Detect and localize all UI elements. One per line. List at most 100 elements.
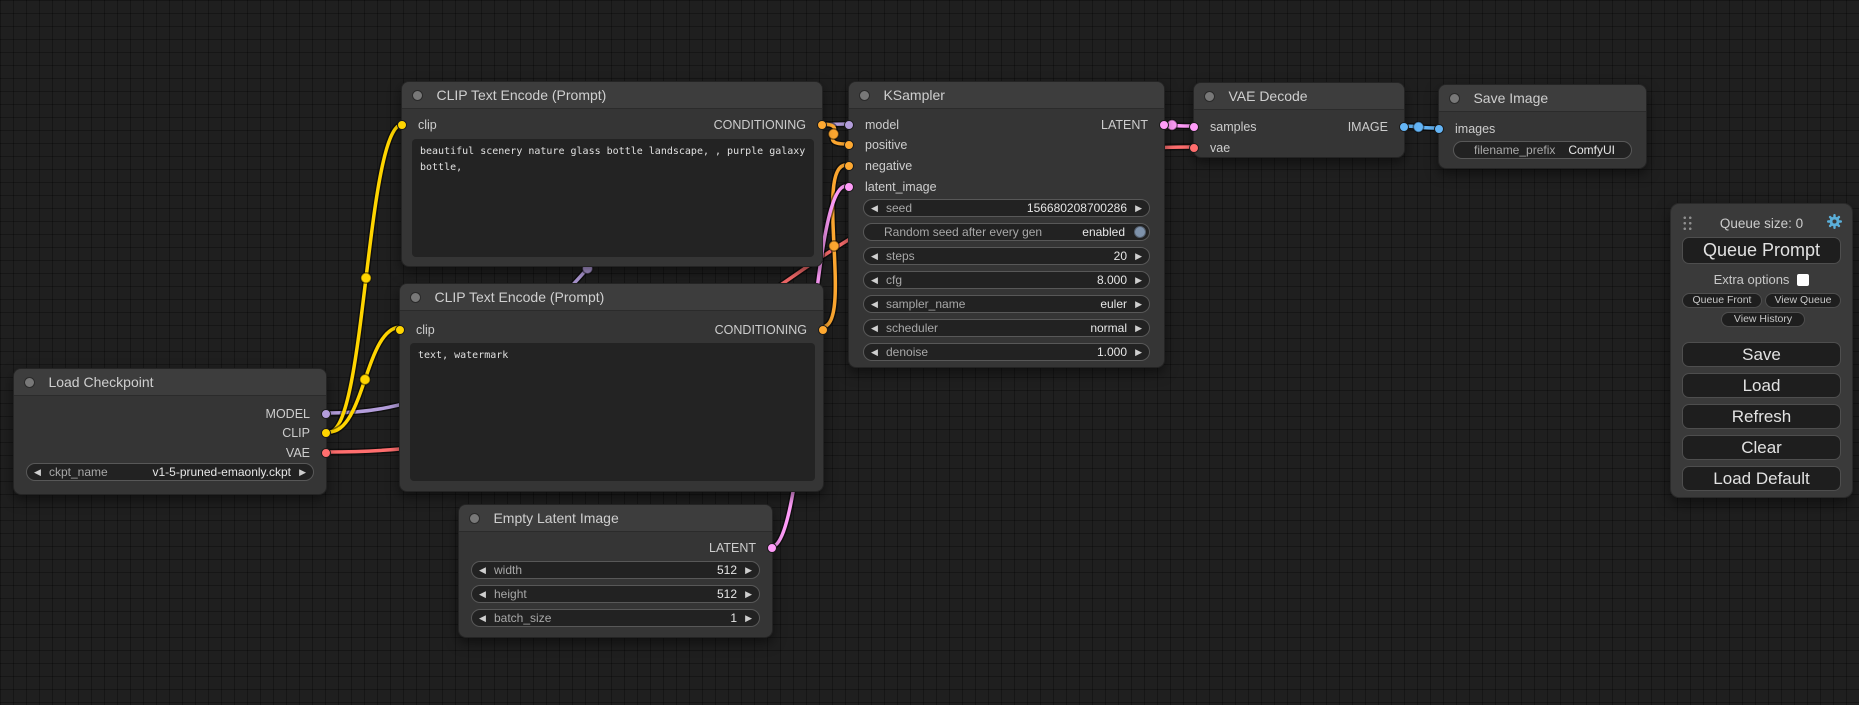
increment-arrow-icon[interactable]: ▶ <box>1135 248 1142 265</box>
view-queue-button[interactable]: View Queue <box>1765 293 1841 308</box>
collapse-dot-icon[interactable] <box>410 292 421 303</box>
output-label-conditioning: CONDITIONING <box>715 322 807 338</box>
widget-value: ComfyUI <box>1568 142 1615 159</box>
decrement-arrow-icon[interactable]: ◀ <box>871 272 878 289</box>
settings-gear-icon[interactable] <box>1826 213 1843 230</box>
node-header[interactable]: KSampler <box>849 82 1164 109</box>
random-seed-toggle-widget[interactable]: Random seed after every gen enabled <box>863 223 1150 241</box>
scheduler-widget[interactable]: ◀ scheduler normal ▶ <box>863 319 1150 337</box>
output-label-latent: LATENT <box>709 540 756 556</box>
widget-value: 8.000 <box>1097 272 1127 289</box>
node-empty-latent-image[interactable]: Empty Latent Image LATENT ◀ width 512 ▶ … <box>458 504 773 638</box>
positive-input-port[interactable] <box>844 140 854 150</box>
queue-prompt-button[interactable]: Queue Prompt <box>1682 237 1841 264</box>
decrement-arrow-icon[interactable]: ◀ <box>479 586 486 603</box>
denoise-widget[interactable]: ◀ denoise 1.000 ▶ <box>863 343 1150 361</box>
collapse-dot-icon[interactable] <box>24 377 35 388</box>
positive-prompt-textarea[interactable]: beautiful scenery nature glass bottle la… <box>412 139 814 257</box>
vae-output-port[interactable] <box>321 448 331 458</box>
increment-arrow-icon[interactable]: ▶ <box>1135 344 1142 361</box>
increment-arrow-icon[interactable]: ▶ <box>745 562 752 579</box>
increment-arrow-icon[interactable]: ▶ <box>1135 272 1142 289</box>
node-header[interactable]: Load Checkpoint <box>14 369 326 396</box>
clip-input-port[interactable] <box>397 120 407 130</box>
node-graph-canvas[interactable]: Load Checkpoint MODEL CLIP VAE ◀ ckpt_na… <box>0 0 1859 705</box>
toggle-dot-icon[interactable] <box>1134 226 1146 238</box>
node-title: Empty Latent Image <box>493 510 618 526</box>
latent-output-port[interactable] <box>1159 120 1169 130</box>
sampler-name-widget[interactable]: ◀ sampler_name euler ▶ <box>863 295 1150 313</box>
seed-widget[interactable]: ◀ seed 156680208700286 ▶ <box>863 199 1150 217</box>
increment-arrow-icon[interactable]: ▶ <box>745 586 752 603</box>
width-widget[interactable]: ◀ width 512 ▶ <box>471 561 760 579</box>
extra-options-label: Extra options <box>1714 272 1790 287</box>
model-output-port[interactable] <box>321 409 331 419</box>
node-title: Load Checkpoint <box>48 374 153 390</box>
node-load-checkpoint[interactable]: Load Checkpoint MODEL CLIP VAE ◀ ckpt_na… <box>13 368 327 495</box>
clip-input-port[interactable] <box>395 325 405 335</box>
widget-label: sampler_name <box>886 296 965 313</box>
latent-output-port[interactable] <box>767 543 777 553</box>
filename-prefix-widget[interactable]: filename_prefix ComfyUI <box>1453 141 1632 159</box>
height-widget[interactable]: ◀ height 512 ▶ <box>471 585 760 603</box>
image-output-port[interactable] <box>1399 122 1409 132</box>
decrement-arrow-icon[interactable]: ◀ <box>871 320 878 337</box>
decrement-arrow-icon[interactable]: ◀ <box>871 344 878 361</box>
widget-label: filename_prefix <box>1474 142 1555 159</box>
extra-options-checkbox[interactable] <box>1797 274 1809 286</box>
node-clip-text-encode-positive[interactable]: CLIP Text Encode (Prompt) clip CONDITION… <box>401 81 823 267</box>
images-input-port[interactable] <box>1434 124 1444 134</box>
node-header[interactable]: Empty Latent Image <box>459 505 772 532</box>
output-label-model: MODEL <box>266 406 310 422</box>
decrement-arrow-icon[interactable]: ◀ <box>871 200 878 217</box>
widget-label: steps <box>886 248 915 265</box>
increment-arrow-icon[interactable]: ▶ <box>1135 320 1142 337</box>
collapse-dot-icon[interactable] <box>859 90 870 101</box>
load-button[interactable]: Load <box>1682 373 1841 398</box>
model-input-port[interactable] <box>844 120 854 130</box>
batch-size-widget[interactable]: ◀ batch_size 1 ▶ <box>471 609 760 627</box>
decrement-arrow-icon[interactable]: ◀ <box>871 296 878 313</box>
negative-input-port[interactable] <box>844 161 854 171</box>
collapse-dot-icon[interactable] <box>1204 91 1215 102</box>
decrement-arrow-icon[interactable]: ◀ <box>871 248 878 265</box>
node-header[interactable]: Save Image <box>1439 85 1646 112</box>
node-title: Save Image <box>1473 90 1548 106</box>
node-header[interactable]: CLIP Text Encode (Prompt) <box>402 82 822 109</box>
cfg-widget[interactable]: ◀ cfg 8.000 ▶ <box>863 271 1150 289</box>
widget-value: v1-5-pruned-emaonly.ckpt <box>152 464 291 481</box>
output-label-conditioning: CONDITIONING <box>714 117 806 133</box>
node-vae-decode[interactable]: VAE Decode samples vae IMAGE <box>1193 82 1405 158</box>
refresh-button[interactable]: Refresh <box>1682 404 1841 429</box>
decrement-arrow-icon[interactable]: ◀ <box>479 610 486 627</box>
conditioning-output-port[interactable] <box>817 120 827 130</box>
latent-image-input-port[interactable] <box>844 182 854 192</box>
increment-arrow-icon[interactable]: ▶ <box>745 610 752 627</box>
increment-arrow-icon[interactable]: ▶ <box>1135 200 1142 217</box>
node-save-image[interactable]: Save Image images filename_prefix ComfyU… <box>1438 84 1647 169</box>
collapse-dot-icon[interactable] <box>469 513 480 524</box>
node-header[interactable]: VAE Decode <box>1194 83 1404 110</box>
view-history-button[interactable]: View History <box>1721 312 1805 327</box>
collapse-dot-icon[interactable] <box>1449 93 1460 104</box>
node-ksampler[interactable]: KSampler model positive negative latent_… <box>848 81 1165 368</box>
load-default-button[interactable]: Load Default <box>1682 466 1841 491</box>
vae-input-port[interactable] <box>1189 143 1199 153</box>
ckpt-name-widget[interactable]: ◀ ckpt_name v1-5-pruned-emaonly.ckpt ▶ <box>26 463 314 481</box>
samples-input-port[interactable] <box>1189 122 1199 132</box>
conditioning-output-port[interactable] <box>818 325 828 335</box>
decrement-arrow-icon[interactable]: ◀ <box>34 464 41 481</box>
node-clip-text-encode-negative[interactable]: CLIP Text Encode (Prompt) clip CONDITION… <box>399 283 824 492</box>
clear-button[interactable]: Clear <box>1682 435 1841 460</box>
increment-arrow-icon[interactable]: ▶ <box>299 464 306 481</box>
increment-arrow-icon[interactable]: ▶ <box>1135 296 1142 313</box>
node-header[interactable]: CLIP Text Encode (Prompt) <box>400 284 823 311</box>
clip-output-port[interactable] <box>321 428 331 438</box>
queue-front-button[interactable]: Queue Front <box>1682 293 1762 308</box>
save-button[interactable]: Save <box>1682 342 1841 367</box>
decrement-arrow-icon[interactable]: ◀ <box>479 562 486 579</box>
collapse-dot-icon[interactable] <box>412 90 423 101</box>
steps-widget[interactable]: ◀ steps 20 ▶ <box>863 247 1150 265</box>
output-label-clip: CLIP <box>282 425 310 441</box>
negative-prompt-textarea[interactable]: text, watermark <box>410 343 815 481</box>
